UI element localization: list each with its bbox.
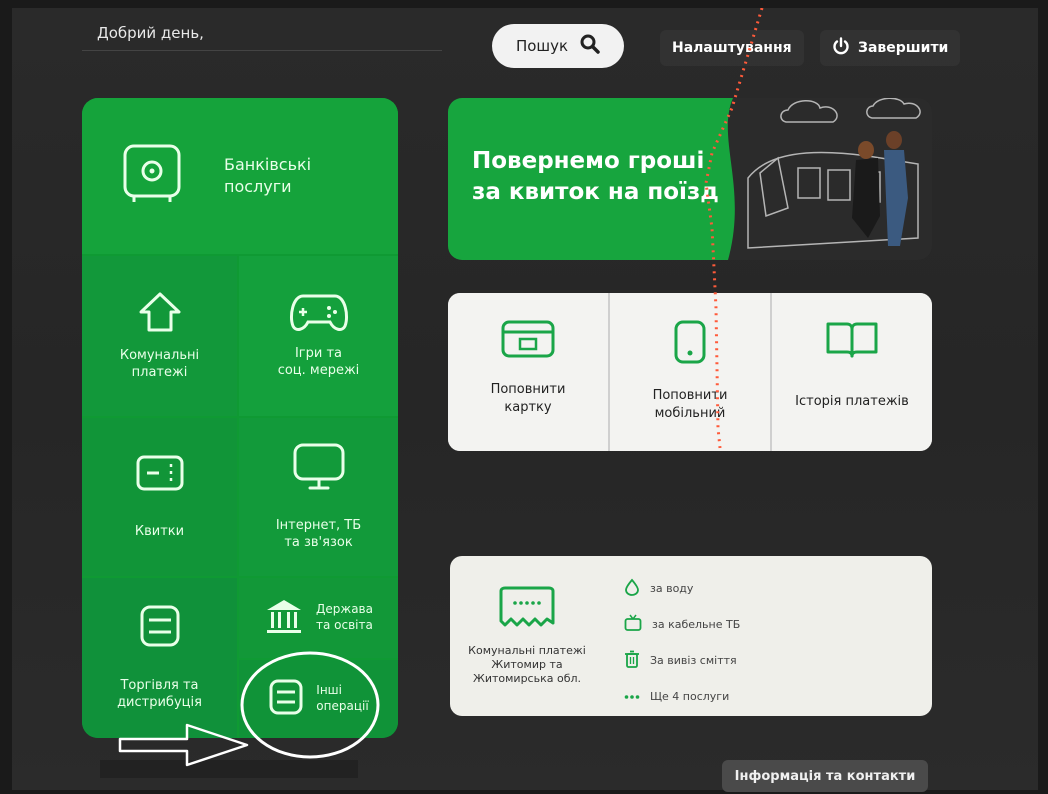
- tile-trade[interactable]: Торгівля та дистрибуція: [82, 578, 237, 738]
- promo-banner[interactable]: Повернемо гроші за квиток на поїзд: [448, 98, 932, 260]
- quick-actions: Поповнити картку Поповнити мобільний Іст…: [448, 293, 932, 451]
- tile-games-social[interactable]: Ігри та соц. мережі: [239, 256, 398, 416]
- search-icon: [580, 34, 600, 58]
- tile-tickets[interactable]: Квитки: [82, 418, 237, 576]
- water-drop-icon: [624, 578, 640, 599]
- tile-utilities[interactable]: Комунальні платежі: [82, 256, 237, 416]
- stack-icon: [139, 604, 181, 652]
- utility-payments-card[interactable]: Комунальні платежі Житомир та Житомирськ…: [450, 556, 932, 716]
- utility-item-more[interactable]: Ще 4 послуги: [624, 678, 740, 714]
- house-icon: [137, 290, 183, 338]
- utility-item-cable-label: за кабельне ТБ: [652, 617, 741, 631]
- topup-card-label: Поповнити картку: [490, 382, 566, 415]
- banner-title: Повернемо гроші за квиток на поїзд: [472, 148, 719, 206]
- settings-button[interactable]: Налаштування: [660, 30, 804, 66]
- utility-item-garbage[interactable]: За вивіз сміття: [624, 642, 740, 678]
- tile-government[interactable]: Держава та освіта: [239, 578, 398, 658]
- tile-internet-tv[interactable]: Інтернет, ТБ та зв'язок: [239, 418, 398, 576]
- monitor-icon: [292, 442, 346, 496]
- utility-services-list: за воду за кабельне ТБ За вивіз сміття Щ…: [624, 570, 740, 714]
- utility-item-cable-tv[interactable]: за кабельне ТБ: [624, 606, 740, 642]
- payment-history-label: Історія платежів: [795, 394, 909, 409]
- utility-item-water-label: за воду: [650, 581, 694, 595]
- utility-item-more-label: Ще 4 послуги: [650, 689, 730, 703]
- tile-trade-label: Торгівля та дистрибуція: [117, 678, 202, 710]
- card-icon: [500, 319, 556, 363]
- institution-icon: [264, 596, 304, 640]
- header-divider: [82, 50, 442, 51]
- tile-bank-services[interactable]: Банківські послуги: [82, 98, 398, 254]
- other-stack-icon: [268, 678, 304, 720]
- gamepad-icon: [289, 292, 349, 336]
- ticket-icon: [135, 454, 185, 496]
- info-contacts-button[interactable]: Інформація та контакти: [722, 760, 928, 792]
- search-button[interactable]: Пошук: [492, 24, 624, 68]
- topup-mobile-button[interactable]: Поповнити мобільний: [610, 293, 770, 451]
- phone-icon: [673, 319, 707, 369]
- tv-icon: [624, 614, 642, 635]
- tile-other-label: Інші операції: [316, 683, 369, 713]
- info-contacts-label: Інформація та контакти: [734, 768, 916, 784]
- settings-label: Налаштування: [672, 40, 792, 56]
- payment-history-button[interactable]: Історія платежів: [772, 293, 932, 451]
- tile-internet-label: Інтернет, ТБ та зв'язок: [275, 518, 362, 550]
- utility-item-garbage-label: За вивіз сміття: [650, 653, 737, 667]
- terminal-screen: Добрий день, Пошук Налаштування Завершит…: [12, 8, 1038, 792]
- receipt-icon: [497, 585, 557, 635]
- tile-gov-label: Держава та освіта: [316, 602, 373, 632]
- search-label: Пошук: [515, 37, 569, 55]
- more-dots-icon: [624, 690, 640, 703]
- greeting-text: Добрий день,: [97, 24, 204, 42]
- utility-item-water[interactable]: за воду: [624, 570, 740, 606]
- exit-button[interactable]: Завершити: [820, 30, 961, 66]
- tile-utilities-label: Комунальні платежі: [119, 348, 200, 380]
- power-icon: [832, 37, 850, 59]
- trash-icon: [624, 650, 640, 671]
- bottom-bar: [100, 760, 358, 778]
- utility-card-main[interactable]: Комунальні платежі Житомир та Житомирськ…: [450, 556, 604, 716]
- tile-bank-label: Банківські послуги: [224, 154, 312, 196]
- tile-tickets-label: Квитки: [134, 523, 185, 539]
- safe-icon: [122, 143, 182, 209]
- tile-other-operations[interactable]: Інші операції: [239, 660, 398, 738]
- book-icon: [825, 319, 879, 363]
- utility-card-title: Комунальні платежі Житомир та Житомирськ…: [468, 643, 586, 686]
- topup-card-button[interactable]: Поповнити картку: [448, 293, 608, 451]
- exit-label: Завершити: [858, 40, 949, 56]
- topup-mobile-label: Поповнити мобільний: [652, 388, 728, 421]
- category-panel: Банківські послуги Комунальні платежі Іг…: [82, 98, 398, 738]
- tile-games-label: Ігри та соц. мережі: [277, 346, 360, 378]
